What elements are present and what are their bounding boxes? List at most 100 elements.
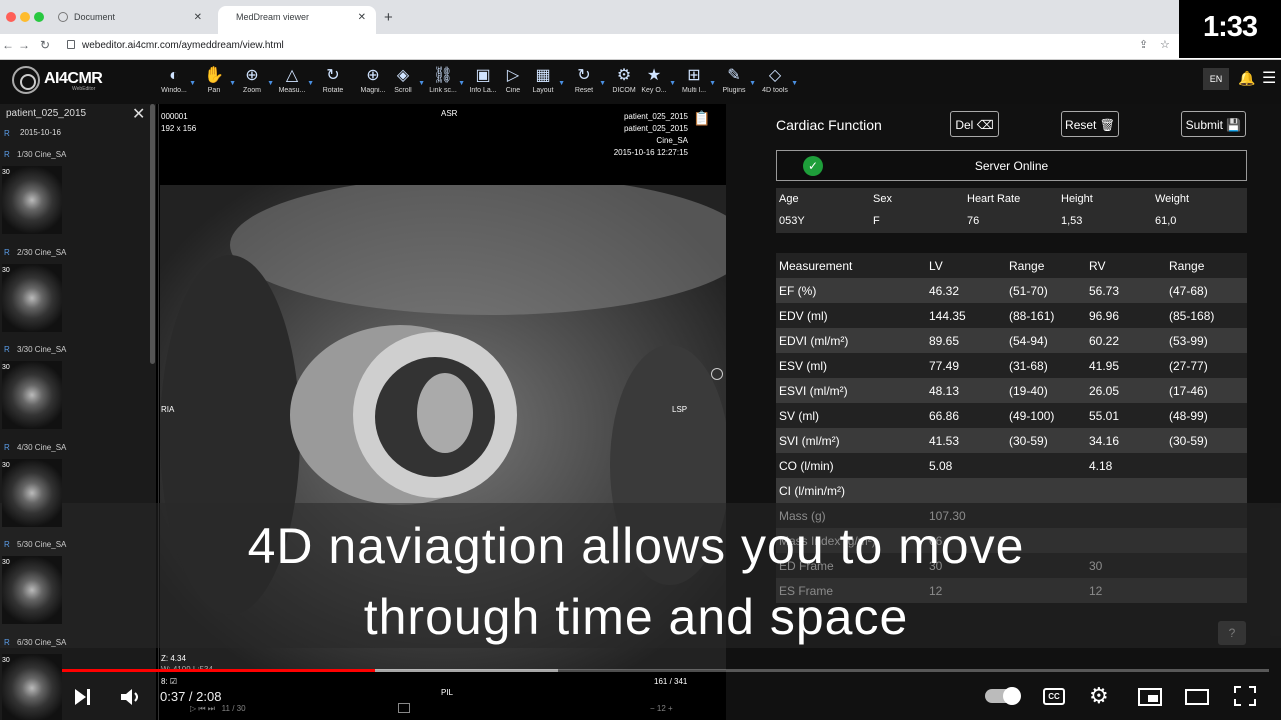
series-thumbnail[interactable]: [2, 166, 62, 234]
series-label[interactable]: 3/30 Cine_SA: [17, 345, 66, 354]
chevron-down-icon[interactable]: ▼: [749, 80, 756, 87]
settings-sliders-icon[interactable]: ☰: [1262, 68, 1276, 88]
series-thumbnail[interactable]: [2, 361, 62, 429]
del-button[interactable]: Del ⌫: [950, 111, 999, 137]
tool-link-scroll[interactable]: ⛓ Link sc... ▼: [425, 67, 465, 101]
tool-multi-layout[interactable]: ⊞ Multi l... ▼: [676, 67, 716, 101]
del-label: Del: [955, 118, 974, 132]
demo-weight: 61,0: [1155, 215, 1177, 227]
checkbox-icon[interactable]: ☑: [170, 677, 177, 686]
lock-icon[interactable]: [67, 40, 75, 49]
table-cell: 55.01: [1089, 409, 1120, 423]
table-row: ESV (ml) 77.49 (31-68) 41.95 (27-77): [776, 353, 1247, 378]
chevron-down-icon[interactable]: ▼: [307, 80, 314, 87]
table-cell: EF (%): [779, 284, 817, 298]
series-frame-count: 30: [2, 169, 10, 176]
tool-reset[interactable]: ↻ Reset ▼: [566, 67, 606, 101]
minimize-window-dot[interactable]: [20, 12, 30, 22]
reload-icon[interactable]: ↻: [40, 38, 50, 52]
tool-label: Measu...: [278, 87, 306, 94]
close-window-dot[interactable]: [6, 12, 16, 22]
table-cell: 41.53: [929, 434, 960, 448]
tool-label: Link sc...: [429, 87, 457, 94]
close-tab-icon[interactable]: ✕: [194, 12, 202, 23]
reset-button[interactable]: Reset 🗑: [1061, 111, 1119, 137]
chevron-down-icon[interactable]: ▼: [599, 80, 606, 87]
series-label[interactable]: 1/30 Cine_SA: [17, 150, 66, 159]
submit-button[interactable]: Submit 💾: [1181, 111, 1246, 137]
slice-label-text: 8:: [161, 677, 168, 686]
overlay-series: Cine_SA: [656, 136, 688, 145]
frame-number-control[interactable]: − 12 +: [650, 704, 673, 713]
series-thumbnail[interactable]: [2, 556, 62, 624]
4d-tools-icon: ◇: [768, 67, 782, 84]
volume-icon[interactable]: [120, 687, 142, 707]
chevron-down-icon[interactable]: ▼: [267, 80, 274, 87]
miniplayer-icon[interactable]: [1138, 688, 1162, 706]
back-icon[interactable]: ←: [2, 38, 14, 52]
chevron-down-icon[interactable]: ▼: [791, 80, 798, 87]
series-badge: R: [4, 345, 10, 354]
table-cell: (51-70): [1009, 284, 1048, 298]
table-header-cell: Range: [1009, 259, 1045, 273]
table-row: SV (ml) 66.86 (49-100) 55.01 (48-99): [776, 403, 1247, 428]
close-panel-icon[interactable]: ✕: [132, 104, 145, 124]
bell-icon[interactable]: 🔔: [1238, 70, 1255, 87]
chevron-down-icon[interactable]: ▼: [558, 80, 565, 87]
tool-layout[interactable]: ▦ Layout ▼: [525, 67, 565, 101]
table-cell: ESVI (ml/m²): [779, 384, 848, 398]
series-label[interactable]: 4/30 Cine_SA: [17, 443, 66, 452]
frame-slider-thumb[interactable]: [398, 703, 410, 713]
close-tab-icon[interactable]: ✕: [358, 12, 366, 23]
browser-tab-meddream[interactable]: MedDream viewer ✕: [218, 6, 376, 34]
series-thumbnail[interactable]: [2, 458, 62, 527]
chevron-down-icon[interactable]: ▼: [458, 80, 465, 87]
browser-tab-document[interactable]: Document ✕: [50, 6, 212, 34]
autoplay-toggle[interactable]: [985, 687, 1021, 705]
tool-key-object[interactable]: ★ Key O... ▼: [636, 67, 676, 101]
series-thumbnail[interactable]: [2, 263, 62, 332]
bookmark-star-icon[interactable]: ☆: [1160, 38, 1170, 51]
fullscreen-icon[interactable]: [1234, 686, 1256, 706]
tool-window-level[interactable]: ◐ Windo... ▼: [156, 67, 196, 101]
url-field[interactable]: webeditor.ai4cmr.com/aymeddream/view.htm…: [82, 40, 284, 51]
series-thumbnail[interactable]: [2, 653, 62, 720]
share-icon[interactable]: ⇪: [1139, 38, 1148, 51]
forward-icon[interactable]: →: [18, 38, 30, 52]
tool-zoom[interactable]: ⊕ Zoom ▼: [234, 67, 274, 101]
tool-rotate[interactable]: ↻ Rotate: [315, 67, 351, 101]
ai4cmr-logo-icon: [12, 66, 40, 94]
table-cell: ESV (ml): [779, 359, 827, 373]
series-label[interactable]: 2/30 Cine_SA: [17, 248, 66, 257]
clipboard-icon[interactable]: 📋: [693, 110, 710, 127]
series-scrollbar[interactable]: [150, 104, 155, 364]
next-icon[interactable]: [74, 688, 92, 706]
tool-label: 4D tools: [762, 87, 788, 94]
tool-4d-tools[interactable]: ◇ 4D tools ▼: [756, 67, 798, 101]
screen: Document ✕ MedDream viewer ✕ + ← → ↻ webed…: [0, 0, 1281, 720]
chevron-down-icon[interactable]: ▼: [709, 80, 716, 87]
series-label[interactable]: 6/30 Cine_SA: [17, 638, 66, 647]
tool-label: Zoom: [243, 87, 261, 94]
settings-gear-icon[interactable]: ⚙: [1089, 683, 1109, 709]
captions-button[interactable]: CC: [1043, 688, 1065, 705]
tool-scroll[interactable]: ◈ Scroll ▼: [385, 67, 425, 101]
tool-measure[interactable]: △ Measu... ▼: [274, 67, 314, 101]
chevron-down-icon[interactable]: ▼: [418, 80, 425, 87]
table-cell: 77.49: [929, 359, 960, 373]
series-label[interactable]: 5/30 Cine_SA: [17, 540, 66, 549]
table-header-cell: Range: [1169, 259, 1205, 273]
frame-controls[interactable]: ▷ ⏮ ⏭ 11 / 30: [190, 704, 246, 714]
theater-mode-icon[interactable]: [1185, 689, 1209, 705]
new-tab-icon[interactable]: +: [384, 9, 393, 26]
chevron-down-icon[interactable]: ▼: [669, 80, 676, 87]
language-button[interactable]: EN: [1203, 68, 1229, 90]
crosshair-handle[interactable]: [711, 368, 723, 380]
tool-plugins[interactable]: ✎ Plugins ▼: [716, 67, 756, 101]
maximize-window-dot[interactable]: [34, 12, 44, 22]
tool-pan[interactable]: ✋ Pan ▼: [196, 67, 236, 101]
reset-icon: ↻: [577, 67, 591, 84]
demo-header-weight: Weight: [1155, 193, 1190, 205]
table-cell: 46.32: [929, 284, 960, 298]
chevron-down-icon[interactable]: ▼: [189, 80, 196, 87]
